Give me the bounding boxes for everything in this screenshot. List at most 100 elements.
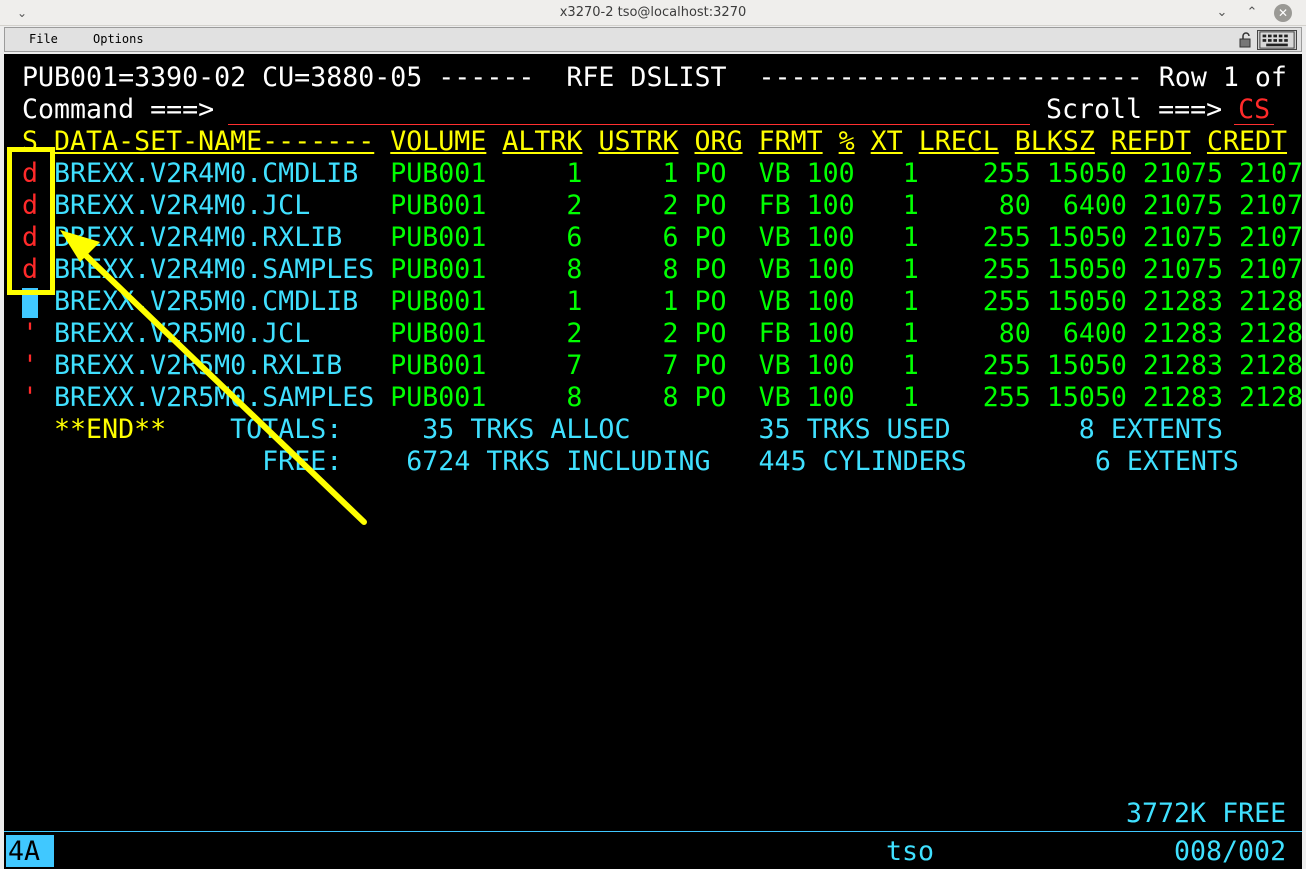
col-credt: CREDT <box>1206 126 1288 157</box>
row-refdt: 21283 <box>1142 318 1223 349</box>
row-pct: 100 <box>806 382 855 413</box>
row-altrk: 8 <box>502 254 583 285</box>
minimize-icon[interactable]: ⌄ <box>1212 3 1232 23</box>
col-org: ORG <box>694 126 743 157</box>
oia-divider <box>4 831 1302 832</box>
row-selector[interactable]: ' <box>22 382 38 413</box>
row-refdt: 21075 <box>1142 254 1223 285</box>
row-dsname: BREXX.V2R4M0.RXLIB <box>54 222 375 253</box>
row-blksz: 15050 <box>1046 350 1127 381</box>
row-altrk: 6 <box>502 222 583 253</box>
row-ustrk: 7 <box>598 350 679 381</box>
row-xt: 1 <box>870 158 919 189</box>
oia-user: tso <box>886 836 935 867</box>
row-xt: 1 <box>870 350 919 381</box>
row-info: ------------------------ Row 1 of 9 <box>758 62 1302 93</box>
row-refdt: 21283 <box>1142 382 1223 413</box>
table-row: ' BREXX.V2R5M0.SAMPLES PUB001 8 8 PO VB … <box>22 382 1302 414</box>
row-blksz: 15050 <box>1046 382 1127 413</box>
row-dsname: BREXX.V2R4M0.JCL <box>54 190 375 221</box>
col-blksz: BLKSZ <box>1014 126 1095 157</box>
menu-options[interactable]: Options <box>93 32 144 46</box>
row-selector[interactable]: ' <box>22 350 38 381</box>
col-altrk: ALTRK <box>502 126 583 157</box>
row-pct: 100 <box>806 318 855 349</box>
command-input[interactable] <box>228 124 1030 125</box>
row-refdt: 21283 <box>1142 286 1223 317</box>
panel-title: RFE DSLIST <box>566 62 727 93</box>
row-org: PO <box>694 350 743 381</box>
row-org: PO <box>694 190 743 221</box>
table-row: ' BREXX.V2R5M0.RXLIB PUB001 7 7 PO VB 10… <box>22 350 1302 382</box>
scroll-input[interactable]: CS <box>1238 94 1270 125</box>
row-credt: 21283 <box>1239 350 1302 381</box>
scroll-input-underline <box>1234 124 1274 125</box>
row-dsname: BREXX.V2R5M0.RXLIB <box>54 350 375 381</box>
table-row: d BREXX.V2R4M0.RXLIB PUB001 6 6 PO VB 10… <box>22 222 1302 254</box>
row-volume: PUB001 <box>390 222 487 253</box>
lock-icon[interactable] <box>1237 31 1255 49</box>
alloc-label: TRKS ALLOC <box>470 414 631 445</box>
col-dsname: DATA-SET-NAME------- <box>54 126 375 157</box>
row-ustrk: 2 <box>598 190 679 221</box>
row-frmt: VB <box>758 382 791 413</box>
row-frmt: VB <box>758 222 791 253</box>
window-titlebar: ⌄ x3270-2 tso@localhost:3270 ⌄ ⌃ ✕ <box>0 0 1306 26</box>
row-blksz: 6400 <box>1046 190 1127 221</box>
menu-file[interactable]: File <box>29 32 58 46</box>
row-xt: 1 <box>870 286 919 317</box>
scroll-label: Scroll ===> <box>1046 94 1223 125</box>
oia-status: 4A <box>8 836 40 868</box>
row-lrecl: 80 <box>934 190 1031 221</box>
row-altrk: 1 <box>502 286 583 317</box>
close-icon[interactable]: ✕ <box>1274 4 1292 22</box>
row-org: PO <box>694 382 743 413</box>
row-frmt: VB <box>758 286 791 317</box>
command-label: Command ===> <box>22 94 215 125</box>
row-volume: PUB001 <box>390 158 487 189</box>
table-row: d BREXX.V2R4M0.SAMPLES PUB001 8 8 PO VB … <box>22 254 1302 286</box>
row-xt: 1 <box>870 318 919 349</box>
row-blksz: 6400 <box>1046 318 1127 349</box>
col-refdt: REFDT <box>1110 126 1191 157</box>
row-dsname: BREXX.V2R5M0.SAMPLES <box>54 382 375 413</box>
row-altrk: 7 <box>502 350 583 381</box>
row-blksz: 15050 <box>1046 286 1127 317</box>
row-volume: PUB001 <box>390 286 487 317</box>
row-volume: PUB001 <box>390 254 487 285</box>
free-extents-value: 6 <box>1094 446 1111 477</box>
row-credt: 21075 <box>1239 158 1302 189</box>
row-altrk: 2 <box>502 190 583 221</box>
row-org: PO <box>694 286 743 317</box>
cylinders-value: 445 <box>758 446 807 477</box>
row-ustrk: 1 <box>598 286 679 317</box>
row-ustrk: 2 <box>598 318 679 349</box>
terminal-screen[interactable]: PUB001=3390-02 CU=3880-05 ------ RFE DSL… <box>4 54 1302 869</box>
row-volume: PUB001 <box>390 350 487 381</box>
maximize-icon[interactable]: ⌃ <box>1242 3 1262 23</box>
row-blksz: 15050 <box>1046 254 1127 285</box>
table-row: d BREXX.V2R4M0.CMDLIB PUB001 1 1 PO VB 1… <box>22 158 1302 190</box>
row-pct: 100 <box>806 254 855 285</box>
memory-free: 3772K FREE <box>1126 798 1287 829</box>
row-volume: PUB001 <box>390 382 487 413</box>
column-header-row: S DATA-SET-NAME------- VOLUME ALTRK USTR… <box>22 126 1287 158</box>
row-org: PO <box>694 222 743 253</box>
row-frmt: FB <box>758 318 791 349</box>
row-credt: 21075 <box>1239 254 1302 285</box>
oia-status-text: 4A <box>8 836 41 867</box>
row-org: PO <box>694 254 743 285</box>
row-pct: 100 <box>806 222 855 253</box>
row-credt: 21283 <box>1239 286 1302 317</box>
row-xt: 1 <box>870 190 919 221</box>
row-refdt: 21075 <box>1142 190 1223 221</box>
row-dsname: BREXX.V2R5M0.CMDLIB <box>54 286 375 317</box>
row-pct: 100 <box>806 350 855 381</box>
row-refdt: 21075 <box>1142 158 1223 189</box>
col-lrecl: LRECL <box>918 126 999 157</box>
free-extents-label: EXTENTS <box>1126 446 1239 477</box>
keyboard-icon[interactable] <box>1257 30 1297 50</box>
row-frmt: FB <box>758 190 791 221</box>
row-blksz: 15050 <box>1046 222 1127 253</box>
row-selector[interactable]: ' <box>22 318 38 349</box>
